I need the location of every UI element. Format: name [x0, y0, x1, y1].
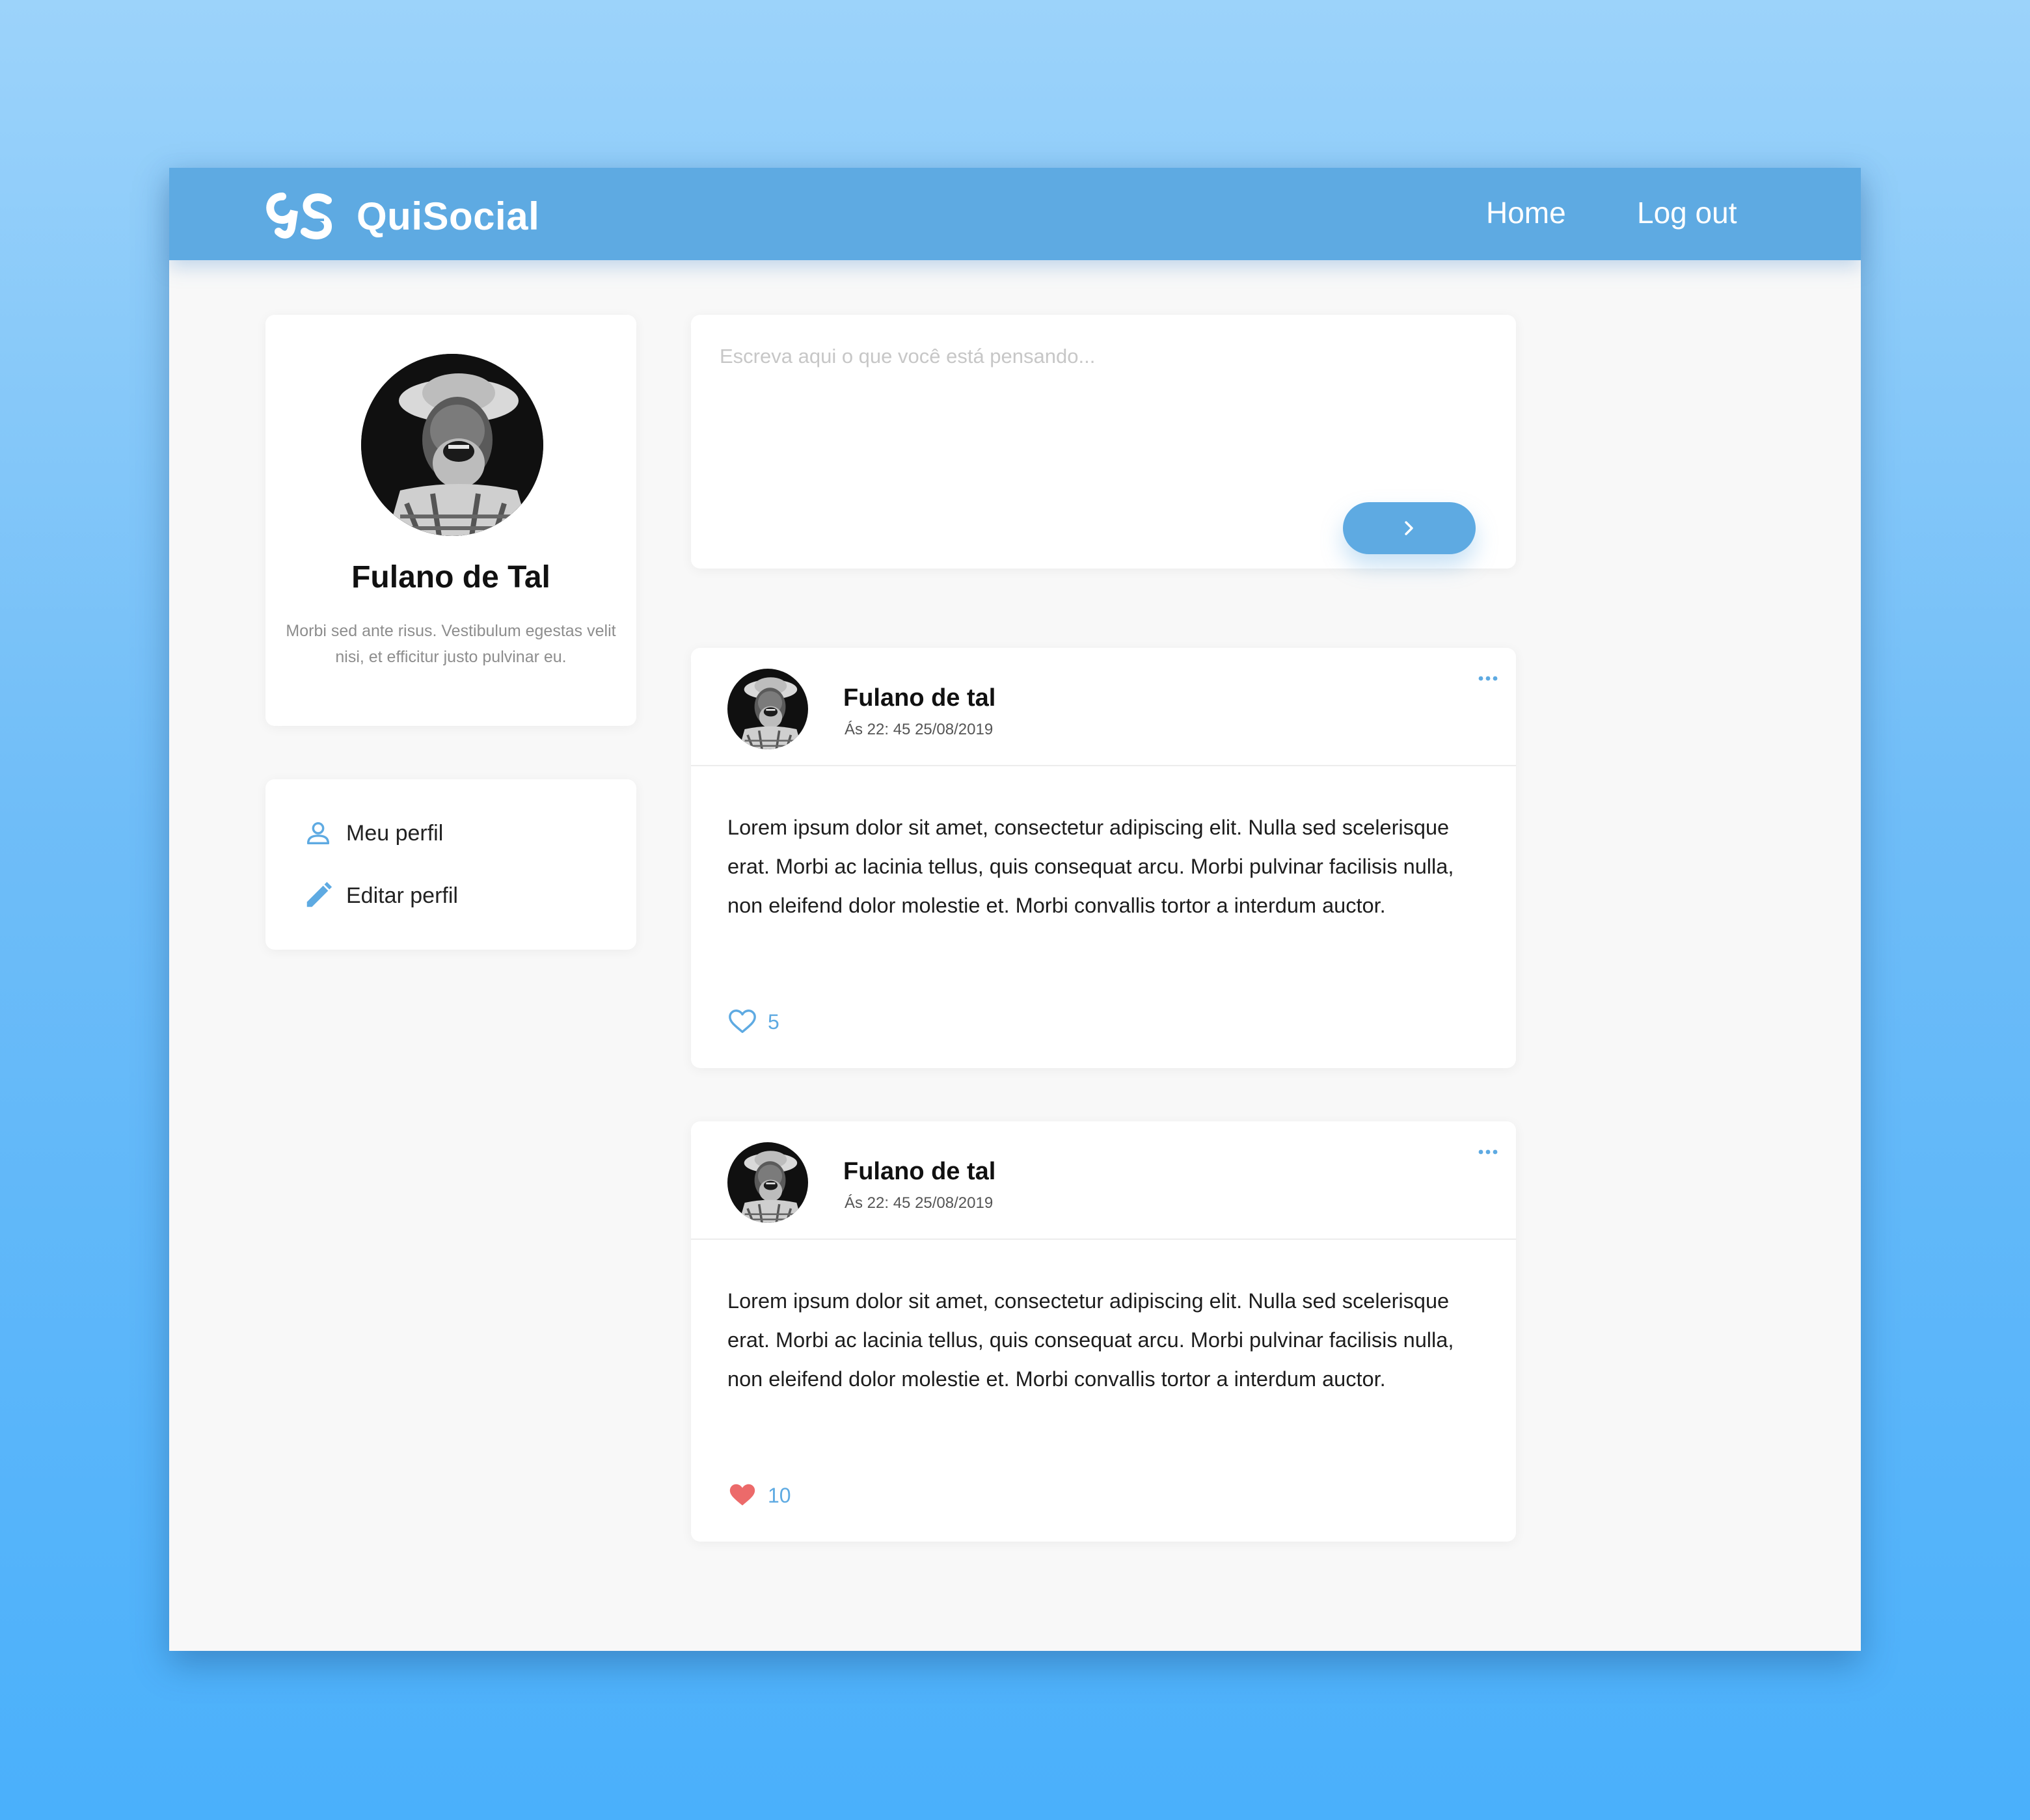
heart-outline-icon — [729, 1010, 756, 1034]
profile-bio: Morbi sed ante risus. Vestibulum egestas… — [286, 622, 616, 666]
menu-item-my-profile[interactable]: Meu perfil — [303, 818, 443, 848]
menu-item-label: Editar perfil — [346, 883, 458, 908]
author-avatar[interactable] — [727, 669, 808, 749]
like-count: 10 — [768, 1483, 791, 1507]
profile-name: Fulano de Tal — [351, 560, 550, 595]
submit-post-button[interactable] — [1343, 502, 1476, 554]
composer-input[interactable]: Escreva aqui o que você está pensando... — [720, 345, 1487, 368]
heart-filled-icon — [729, 1484, 755, 1506]
menu-item-label: Meu perfil — [346, 820, 444, 846]
post-header: Fulano de tal Ás 22: 45 25/08/2019 — [691, 1121, 1516, 1240]
post-header: Fulano de tal Ás 22: 45 25/08/2019 — [691, 648, 1516, 766]
nav-home-link[interactable]: Home — [1486, 195, 1566, 230]
post-text: Lorem ipsum dolor sit amet, consectetur … — [727, 1289, 1454, 1391]
profile-card: Fulano de Tal Morbi sed ante risus. Vest… — [265, 315, 636, 726]
post-card: Fulano de tal Ás 22: 45 25/08/2019 Lorem… — [691, 648, 1516, 1068]
more-options-icon[interactable] — [1478, 1149, 1498, 1155]
app-logo[interactable]: QuiSocial — [265, 191, 539, 241]
menu-item-edit-profile[interactable]: Editar perfil — [303, 881, 458, 911]
chevron-right-icon — [1405, 521, 1413, 535]
post-composer: Escreva aqui o que você está pensando... — [691, 315, 1516, 569]
nav-logout-link[interactable]: Log out — [1637, 195, 1737, 230]
author-avatar[interactable] — [727, 1142, 808, 1223]
post-author[interactable]: Fulano de tal — [843, 684, 995, 712]
qs-logo-icon — [266, 193, 332, 240]
post-author[interactable]: Fulano de tal — [843, 1158, 995, 1186]
post-timestamp: Ás 22: 45 25/08/2019 — [845, 1194, 994, 1212]
post-card: Fulano de tal Ás 22: 45 25/08/2019 Lorem… — [691, 1121, 1516, 1542]
user-icon — [306, 822, 330, 845]
top-navigation-bar: QuiSocial Home Log out — [169, 168, 1861, 260]
app-name: QuiSocial — [357, 194, 540, 238]
like-count: 5 — [768, 1010, 779, 1034]
post-timestamp: Ás 22: 45 25/08/2019 — [845, 721, 994, 738]
profile-menu-card: Meu perfil Editar perfil — [265, 779, 636, 950]
profile-avatar — [361, 354, 543, 536]
app-window: QuiSocial Home Log out Fulano de Tal Mor… — [169, 168, 1861, 1651]
like-button[interactable]: 5 — [727, 1007, 779, 1037]
like-button[interactable]: 10 — [727, 1480, 791, 1510]
more-options-icon[interactable] — [1478, 675, 1498, 682]
post-text: Lorem ipsum dolor sit amet, consectetur … — [727, 816, 1454, 917]
pencil-icon — [306, 881, 332, 907]
